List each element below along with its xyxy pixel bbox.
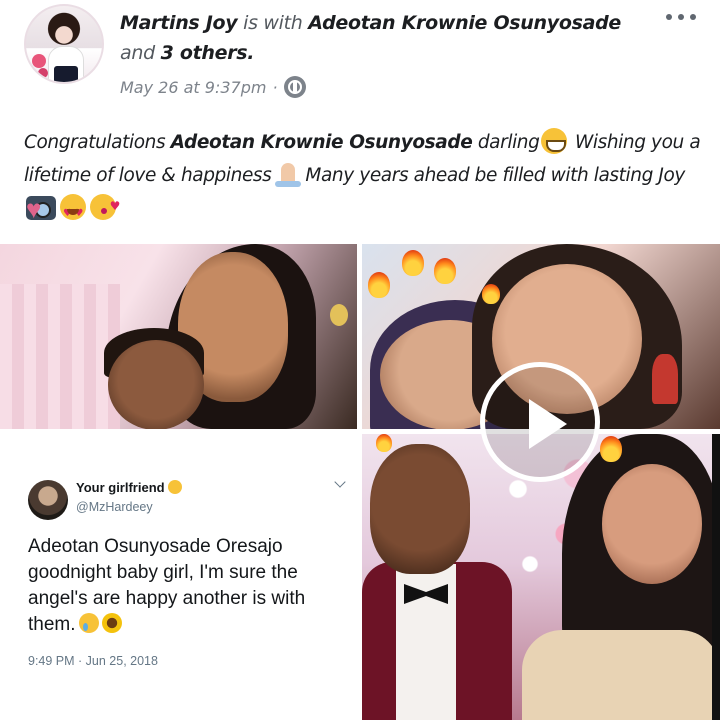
author-name[interactable]: Martins Joy: [120, 12, 238, 34]
photo-grid: Your girlfriend @MzHardeey Adeotan Osuny…: [0, 244, 720, 720]
photo-1-curtain: [0, 284, 120, 429]
blowing-kiss-emoji-icon: [90, 190, 120, 223]
more-dot-2: [678, 14, 684, 20]
post-text-part-1: Congratulations: [24, 132, 166, 153]
tweet-screenshot: Your girlfriend @MzHardeey Adeotan Osuny…: [0, 434, 357, 720]
post-attribution: Martins Joy is with Adeotan Krownie Osun…: [120, 8, 640, 68]
tweet-body: Adeotan Osunyosade Oresajo goodnight bab…: [28, 536, 306, 635]
chevron-down-icon[interactable]: [334, 478, 346, 490]
more-dot-1: [666, 14, 672, 20]
fire-emoji-icon: [368, 272, 390, 298]
photo-1-earring: [330, 304, 348, 326]
avatar-flower-decoration: [32, 54, 46, 68]
post-meta: Martins Joy is with Adeotan Krownie Osun…: [120, 8, 640, 68]
heart-eyes-emoji-icon: [60, 194, 86, 230]
post-text-mention[interactable]: Adeotan Krownie Osunyosade: [171, 132, 473, 153]
tagged-others-link[interactable]: 3 others.: [161, 42, 255, 64]
photo-3-man-face: [370, 444, 470, 574]
timestamp-row: May 26 at 9:37pm ·: [120, 76, 306, 98]
tagged-person[interactable]: Adeotan Krownie Osunyosade: [308, 12, 621, 34]
grinning-emoji-icon: [541, 128, 568, 154]
post-text-part-2: darling: [477, 132, 540, 153]
fire-emoji-icon: [434, 258, 456, 284]
fire-emoji-icon: [402, 250, 424, 276]
tweet-display-name[interactable]: Your girlfriend: [76, 480, 182, 495]
globe-icon[interactable]: [283, 76, 306, 98]
photo-2-earring: [652, 354, 678, 404]
sunflower-emoji-icon: [101, 613, 122, 633]
sparkle-emoji-icon: [167, 480, 182, 494]
tweet-timestamp[interactable]: 9:49 PM · Jun 25, 2018: [28, 654, 158, 668]
timestamp-separator: ·: [272, 77, 278, 97]
avatar-figure-pants: [54, 66, 78, 82]
with-label: is with: [243, 12, 303, 34]
more-options-icon[interactable]: [666, 14, 696, 20]
tweet-handle[interactable]: @MzHardeey: [76, 500, 153, 514]
tweet-author-avatar[interactable]: [28, 480, 68, 520]
post-timestamp[interactable]: May 26 at 9:37pm: [120, 78, 266, 97]
post-text-part-4: Many years ahead be filled with lasting …: [305, 165, 685, 186]
fire-emoji-icon: [376, 434, 392, 452]
and-label: and: [120, 42, 155, 64]
photo-3-dress: [522, 630, 720, 720]
fire-emoji-icon: [600, 436, 622, 462]
author-avatar[interactable]: [24, 4, 104, 84]
crying-emoji-icon: [78, 613, 99, 633]
more-dot-3: [690, 14, 696, 20]
video-play-button[interactable]: [480, 362, 600, 482]
fire-emoji-icon: [482, 284, 500, 304]
praying-hands-emoji-icon: [273, 161, 303, 187]
photo-1-face-back: [108, 340, 204, 429]
post-header: Martins Joy is with Adeotan Krownie Osun…: [0, 0, 720, 110]
photo-3-woman-face: [602, 464, 702, 584]
photo-3-edge: [712, 434, 720, 720]
post-text: Congratulations Adeotan Krownie Osunyosa…: [24, 126, 704, 230]
photo-two-women-selfie[interactable]: [0, 244, 357, 429]
pink-heart-emoji-icon: ♥: [26, 194, 42, 224]
